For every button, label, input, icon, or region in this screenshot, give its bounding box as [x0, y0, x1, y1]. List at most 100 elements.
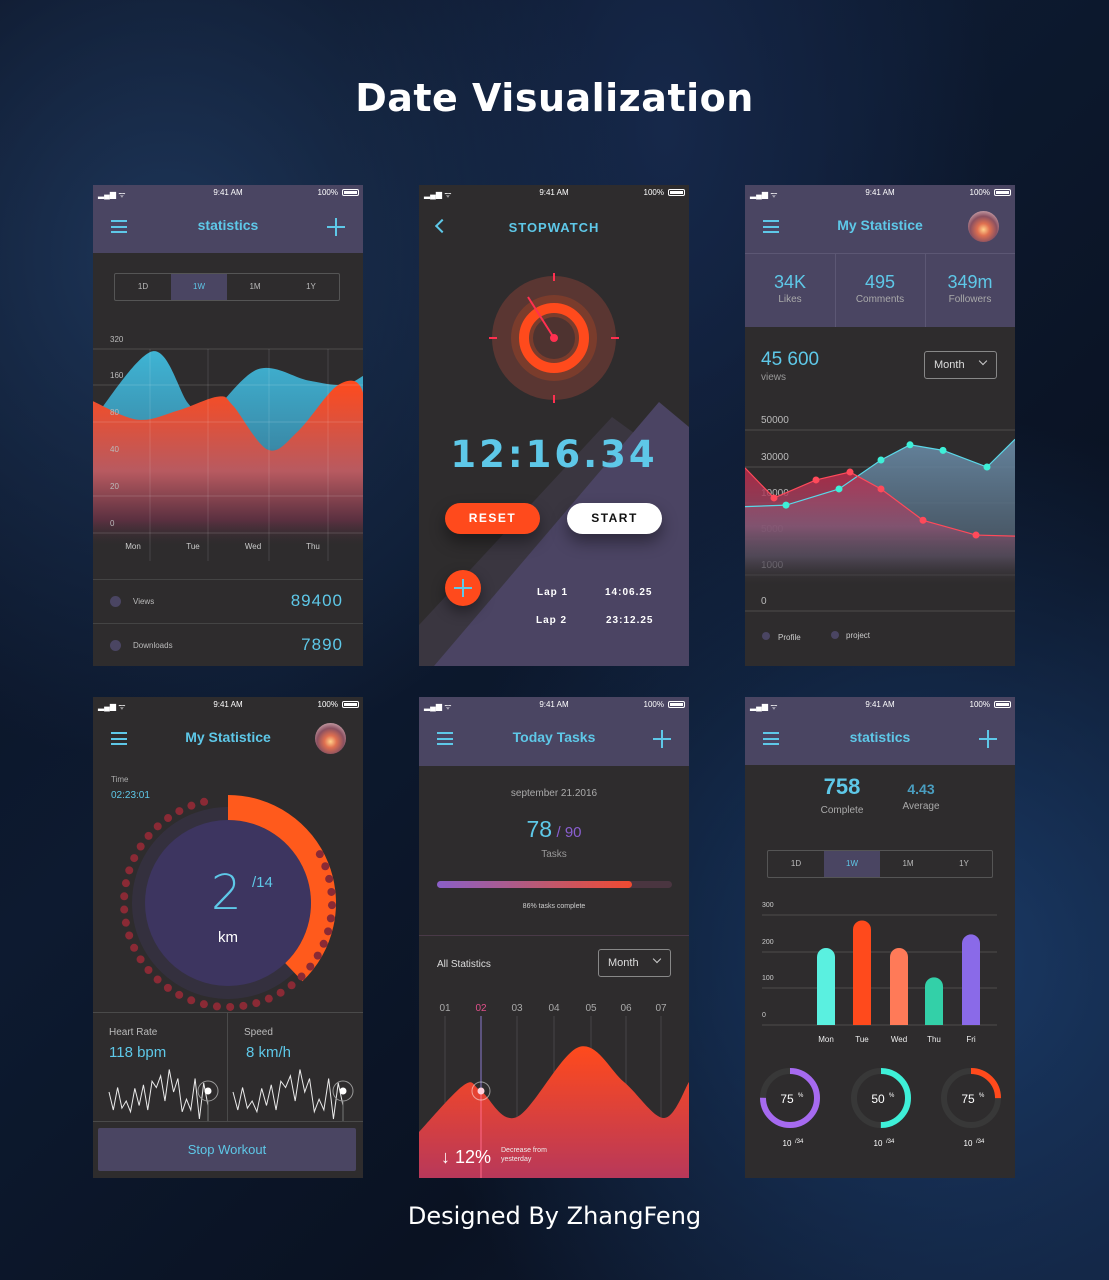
progress-dot [125, 866, 134, 875]
x-tick-label: Wed [245, 542, 261, 551]
legend-profile: Profile [778, 633, 801, 642]
donut-count: 10 [783, 1139, 792, 1148]
area-chart: 320 160 80 40 20 0 Mon Tue Wed Thu [93, 335, 363, 561]
waveform-line [232, 1069, 344, 1120]
x-tick-label: Tue [855, 1035, 869, 1044]
bar-tue [853, 920, 871, 1025]
add-lap-button[interactable] [445, 570, 481, 606]
x-tick-label: Tue [186, 542, 200, 551]
screen-today-tasks: ▂▄▆ ᯤ 9:41 AM 100% Today Tasks september 2… [419, 697, 689, 1178]
progress-dot [175, 807, 184, 816]
x-tick-label: Mon [818, 1035, 834, 1044]
downloads-value: 7890 [301, 635, 343, 654]
waveform-dot [339, 1087, 347, 1095]
screen-title: STOPWATCH [508, 220, 600, 235]
battery-icon [668, 189, 685, 196]
y-tick-label: 30000 [761, 452, 789, 463]
divider [93, 623, 363, 624]
progress-dot [199, 1000, 208, 1009]
waveform-line [108, 1069, 209, 1120]
progress-dot [313, 951, 322, 960]
progress-dot [321, 862, 330, 871]
data-point [782, 501, 790, 509]
stopwatch-dial [489, 273, 619, 403]
progress-dot [239, 1001, 248, 1010]
day-label: 05 [585, 1003, 597, 1014]
progress-dot [163, 983, 172, 992]
views-value: 89400 [290, 591, 343, 610]
lap-2-time: 23:12.25 [606, 615, 654, 626]
progress-dot [315, 850, 324, 859]
donut-total: /34 [886, 1139, 895, 1145]
progress-dot [144, 965, 153, 974]
progress-dot [120, 892, 129, 901]
donut-percent: 50 [871, 1092, 885, 1106]
progress-dot [121, 879, 130, 888]
bar-thu [925, 977, 943, 1025]
status-bar: ▂▄▆ ᯤ 9:41 AM 100% [419, 185, 689, 199]
progress-dot [306, 962, 315, 971]
screen-statistics-area: ▂▄▆ ᯤ 9:41 AM 100% statistics 1D 1W 1M 1Y 320… [93, 185, 363, 666]
waveforms [108, 1069, 354, 1122]
plus-icon [454, 579, 472, 597]
progress-dot [264, 994, 273, 1003]
speed-label: Speed [244, 1027, 273, 1038]
data-point [919, 516, 927, 524]
day-label: 02 [475, 1003, 487, 1014]
y-tick-label: 50000 [761, 415, 789, 426]
x-tick-label: Thu [306, 542, 320, 551]
screen-statistics-bars: ▂▄▆ ᯤ 9:41 AM 100% statistics 758 Complete… [745, 697, 1015, 1178]
reset-button[interactable]: RESET [445, 503, 540, 534]
data-point [877, 485, 885, 493]
y-tick-label: 20 [110, 482, 119, 491]
y-tick-label: 320 [110, 335, 124, 344]
x-tick-label: Wed [891, 1035, 907, 1044]
screen-workout: ▂▄▆ ᯤ 9:41 AM 100% My Statistice Time 02:2… [93, 697, 363, 1178]
heart-rate-label: Heart Rate [109, 1027, 158, 1038]
data-point [812, 476, 820, 484]
y-tick-label: 160 [110, 371, 124, 380]
progress-dot [327, 887, 336, 896]
progress-dot [252, 999, 261, 1008]
selected-dot [477, 1087, 485, 1095]
y-tick-label: 0 [110, 519, 115, 528]
progress-dot [200, 797, 209, 806]
data-point [906, 441, 914, 449]
screen-my-statistice-line: ▂▄▆ ᯤ 9:41 AM 100% My Statistice 34K Likes… [745, 185, 1015, 666]
divider [93, 1012, 363, 1013]
donut-count: 10 [964, 1139, 973, 1148]
speed-value: 8 km/h [246, 1044, 292, 1061]
day-label: 01 [439, 1003, 451, 1014]
divider [93, 579, 363, 580]
y-tick-label: 200 [762, 939, 774, 946]
progress-dot [144, 831, 153, 840]
donut-unit: % [798, 1093, 804, 1099]
line-chart: 500003000010000500010000 [745, 415, 1015, 612]
y-tick-label: 80 [110, 408, 119, 417]
progress-dot [153, 822, 162, 831]
y-tick-label: 0 [761, 596, 767, 607]
heart-rate-value: 118 bpm [109, 1044, 167, 1061]
progress-dot [187, 801, 196, 810]
data-point [877, 456, 885, 464]
distance-ring [120, 795, 336, 1011]
distance-unit: km [218, 929, 238, 946]
y-tick-label: 0 [762, 1012, 766, 1019]
progress-dot [121, 918, 130, 927]
lap-2-label: Lap 2 [536, 615, 568, 626]
progress-dot [212, 1002, 221, 1011]
x-tick-label: Fri [966, 1035, 976, 1044]
start-button[interactable]: START [567, 503, 662, 534]
bar-chart-and-donuts: 300 200 100 0 Mon Tue Wed Thu Fri 75 % 10/34 50 % 10/3… [760, 902, 1001, 1148]
legend-dot [762, 632, 770, 640]
data-point [983, 463, 991, 471]
progress-dot [325, 874, 334, 883]
divider [93, 1121, 363, 1122]
data-point [972, 531, 980, 539]
lap-1-label: Lap 1 [537, 587, 569, 598]
stop-workout-button[interactable]: Stop Workout [98, 1128, 356, 1171]
y-tick-label: 40 [110, 445, 119, 454]
progress-dot [276, 988, 285, 997]
data-point [835, 485, 843, 493]
donut-unit: % [979, 1093, 985, 1099]
